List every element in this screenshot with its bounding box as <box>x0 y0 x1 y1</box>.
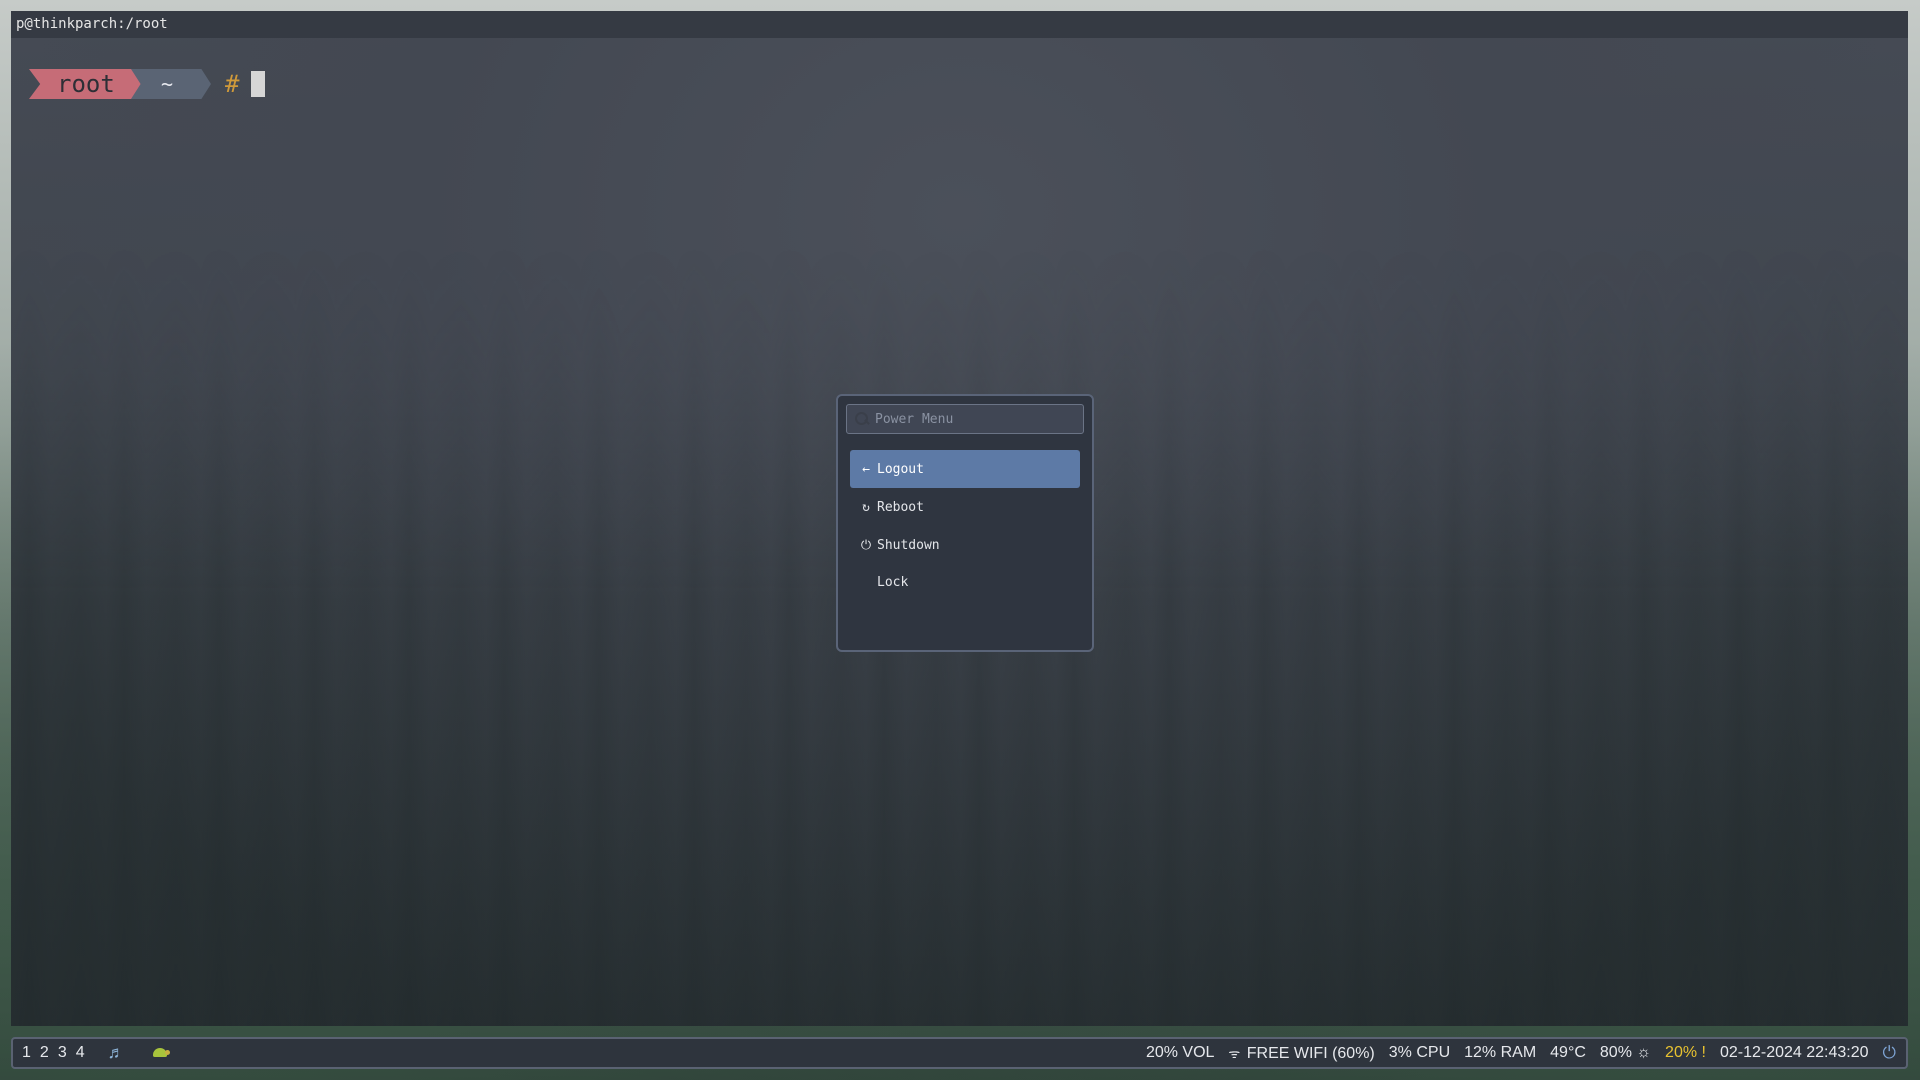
status-bar: 1 2 3 4 ♬ 20% VOL ᯤ FREE WIFI (60%) 3% C… <box>11 1037 1908 1069</box>
workspace-3[interactable]: 3 <box>58 1044 67 1062</box>
power-button-icon[interactable]: ⏻ <box>1883 1043 1896 1063</box>
brightness-status[interactable]: 80% ☼ <box>1600 1044 1651 1062</box>
power-icon: ⏻ <box>860 537 872 553</box>
power-menu: ← Logout ↻ Reboot ⏻ Shutdown Lock <box>836 394 1094 652</box>
status-modules: 20% VOL ᯤ FREE WIFI (60%) 3% CPU 12% RAM… <box>1132 1043 1906 1063</box>
terminal-title: p@thinkparch:/root <box>11 11 1908 38</box>
workspace-1[interactable]: 1 <box>22 1044 31 1062</box>
prompt-dir-segment: ~ <box>131 69 211 99</box>
wifi-label: FREE WIFI (60%) <box>1246 1044 1375 1062</box>
battery-status[interactable]: 20% ! <box>1665 1044 1706 1062</box>
menu-item-label: Reboot <box>877 499 924 515</box>
menu-item-label: Logout <box>877 461 924 477</box>
clock[interactable]: 02-12-2024 22:43:20 <box>1720 1044 1869 1062</box>
workspace-4[interactable]: 4 <box>76 1044 85 1062</box>
text-cursor <box>251 71 266 97</box>
ram-status[interactable]: 12% RAM <box>1464 1044 1536 1062</box>
wifi-status[interactable]: ᯤ FREE WIFI (60%) <box>1228 1044 1374 1063</box>
prompt-user-segment: root <box>29 69 141 99</box>
menu-item-lock[interactable]: Lock <box>850 563 1080 601</box>
search-icon <box>852 409 872 429</box>
menu-item-label: Lock <box>877 574 909 590</box>
terminal-window[interactable]: p@thinkparch:/root root ~ # ← Logout ↻ R… <box>11 11 1908 1026</box>
wifi-icon: ᯤ <box>1228 1045 1241 1061</box>
shell-prompt: root ~ # <box>29 68 266 100</box>
menu-item-reboot[interactable]: ↻ Reboot <box>850 488 1080 526</box>
reboot-icon: ↻ <box>862 499 870 515</box>
logout-icon: ← <box>862 461 870 477</box>
temperature-status[interactable]: 49°C <box>1550 1044 1586 1062</box>
menu-item-label: Shutdown <box>877 537 940 553</box>
workspace-2[interactable]: 2 <box>40 1044 49 1062</box>
cpu-status[interactable]: 3% CPU <box>1389 1044 1450 1062</box>
music-icon[interactable]: ♬ <box>108 1043 125 1063</box>
volume-status[interactable]: 20% VOL <box>1146 1044 1214 1062</box>
power-menu-search[interactable] <box>846 404 1084 434</box>
turtle-icon[interactable] <box>151 1046 171 1060</box>
menu-item-shutdown[interactable]: ⏻ Shutdown <box>850 526 1080 564</box>
menu-item-logout[interactable]: ← Logout <box>850 450 1080 488</box>
search-input[interactable] <box>875 411 1083 427</box>
prompt-symbol: # <box>225 70 240 98</box>
workspace-list: 1 2 3 4 <box>22 1044 94 1062</box>
